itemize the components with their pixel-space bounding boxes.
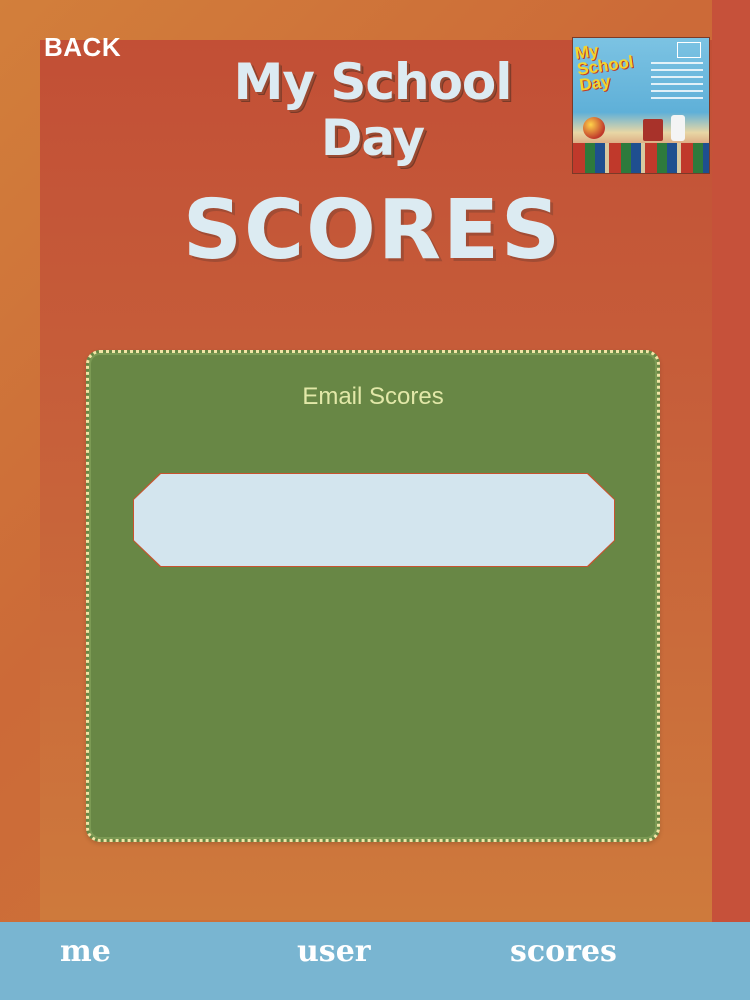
app-cover-image: My School Day: [572, 37, 710, 174]
back-button[interactable]: BACK: [44, 32, 121, 63]
tab-user[interactable]: user: [297, 934, 371, 969]
app-title: My School Day: [233, 53, 513, 167]
bookshelf-icon: [573, 143, 709, 173]
page-heading: SCORES: [182, 183, 563, 278]
cover-bullet-list: [651, 62, 703, 102]
tab-me[interactable]: me: [60, 934, 111, 969]
email-scores-card: Email Scores: [86, 350, 660, 842]
bottom-tab-bar: me user scores: [0, 922, 750, 1000]
cover-title: My School Day: [574, 38, 637, 95]
ball-icon: [583, 117, 605, 139]
right-edge-strip: [712, 0, 750, 922]
tab-scores[interactable]: scores: [510, 934, 617, 969]
card-title: Email Scores: [302, 383, 444, 410]
pencil-cup-icon: [643, 119, 663, 141]
email-input[interactable]: [134, 474, 614, 566]
email-field-frame: [133, 473, 615, 567]
cover-title-line: Day: [578, 71, 612, 95]
publisher-logo-icon: [677, 42, 701, 58]
glue-bottle-icon: [671, 115, 685, 141]
